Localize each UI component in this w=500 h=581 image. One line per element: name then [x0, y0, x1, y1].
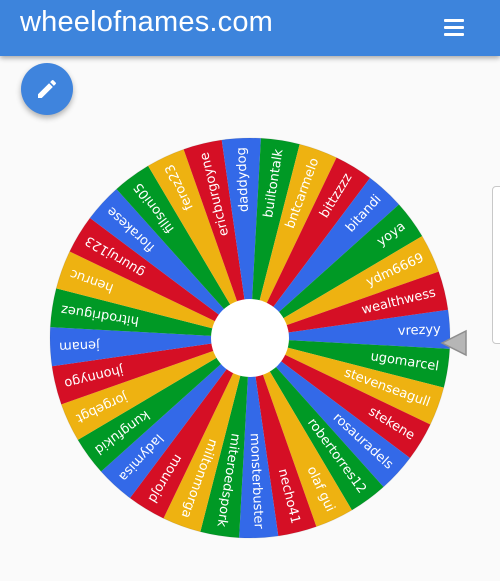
wheel-name-label: jenam	[59, 337, 101, 354]
wheel-name-label: daddydog	[234, 147, 252, 212]
wheel-center[interactable]	[211, 299, 289, 377]
name-wheel[interactable]: vrezyyugomarcelstevenseagullstekenerosau…	[0, 0, 500, 581]
wheel-name-label: vrezyy	[398, 322, 442, 339]
